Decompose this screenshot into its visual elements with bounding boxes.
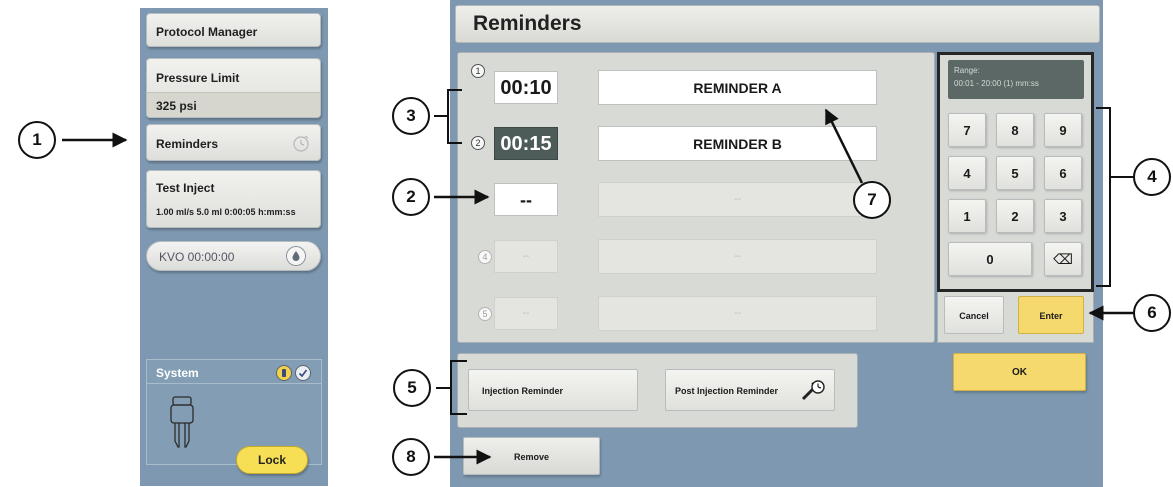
- callout-3: 3: [392, 97, 430, 135]
- callout-4: 4: [1133, 158, 1171, 196]
- row-5-number: 5: [478, 307, 492, 321]
- callout-6: 6: [1133, 294, 1171, 332]
- enter-button[interactable]: Enter: [1018, 296, 1084, 334]
- system-panel: System Lock: [146, 359, 322, 474]
- kvo-button[interactable]: KVO 00:00:00: [146, 241, 321, 271]
- callout-5: 5: [393, 369, 431, 407]
- syringe-clock-icon: [800, 379, 826, 421]
- lock-button[interactable]: Lock: [236, 446, 308, 474]
- sidebar: Protocol Manager Pressure Limit 325 psi …: [140, 8, 328, 486]
- pressure-limit-button[interactable]: Pressure Limit 325 psi: [146, 58, 321, 118]
- callout-1: 1: [18, 121, 56, 159]
- key-2[interactable]: 2: [996, 199, 1034, 233]
- key-7[interactable]: 7: [948, 113, 986, 147]
- page-title: Reminders: [473, 12, 582, 35]
- keypad: Range: 00:01 - 20:00 (1) mm:ss 7 8 9 4 5…: [937, 52, 1094, 292]
- row-1-clock-icon: 1: [471, 64, 485, 78]
- reminder-5-name: --: [598, 296, 877, 331]
- reminder-3-time[interactable]: --: [494, 183, 558, 216]
- reminders-button[interactable]: Reminders: [146, 124, 321, 161]
- title-bar: Reminders: [455, 5, 1100, 43]
- test-inject-label: Test Inject: [156, 181, 215, 195]
- remove-button[interactable]: Remove: [463, 437, 600, 475]
- key-4[interactable]: 4: [948, 156, 986, 190]
- key-8[interactable]: 8: [996, 113, 1034, 147]
- post-injection-reminder-label: Post Injection Reminder: [675, 386, 779, 396]
- key-0[interactable]: 0: [948, 242, 1032, 276]
- syringe-status-icon: [276, 365, 292, 381]
- kvo-label: KVO 00:00:00: [159, 250, 235, 264]
- check-icon: [295, 365, 311, 381]
- post-injection-reminder-button[interactable]: Post Injection Reminder: [665, 369, 835, 411]
- reminder-1-time[interactable]: 00:10: [494, 71, 558, 104]
- reminder-3-name[interactable]: --: [598, 182, 877, 217]
- range-display: Range: 00:01 - 20:00 (1) mm:ss: [948, 60, 1084, 99]
- reminders-screen: Reminders 1 00:10 REMINDER A 2 00:15 REM…: [450, 0, 1103, 487]
- protocol-manager-label: Protocol Manager: [156, 25, 258, 39]
- pressure-limit-value: 325 psi: [156, 99, 197, 113]
- reminder-2-name[interactable]: REMINDER B: [598, 126, 877, 161]
- reminder-clock-icon: [292, 134, 310, 155]
- reminders-label: Reminders: [156, 137, 219, 151]
- test-inject-value: 1.00 ml/s 5.0 ml 0:00:05 h:mm:ss: [156, 207, 296, 217]
- key-1[interactable]: 1: [948, 199, 986, 233]
- backspace-key[interactable]: ⌫: [1044, 242, 1082, 276]
- test-inject-button[interactable]: Test Inject 1.00 ml/s 5.0 ml 0:00:05 h:m…: [146, 170, 321, 228]
- keypad-actions: Cancel Enter: [937, 292, 1094, 343]
- reminder-type-panel: Injection Reminder Post Injection Remind…: [457, 353, 858, 428]
- injector-head-icon: [167, 395, 197, 456]
- system-header: System: [147, 360, 321, 384]
- key-6[interactable]: 6: [1044, 156, 1082, 190]
- cancel-button[interactable]: Cancel: [944, 296, 1004, 334]
- ok-button[interactable]: OK: [953, 353, 1086, 391]
- callout-7: 7: [853, 181, 891, 219]
- protocol-manager-button[interactable]: Protocol Manager: [146, 13, 321, 47]
- key-5[interactable]: 5: [996, 156, 1034, 190]
- key-9[interactable]: 9: [1044, 113, 1082, 147]
- range-label: Range:: [954, 66, 980, 75]
- key-3[interactable]: 3: [1044, 199, 1082, 233]
- system-label: System: [156, 366, 199, 380]
- row-2-clock-icon: 2: [471, 136, 485, 150]
- callout-8: 8: [392, 438, 430, 476]
- backspace-icon: ⌫: [1053, 251, 1073, 267]
- pressure-limit-label: Pressure Limit: [156, 71, 240, 85]
- reminder-4-time: --: [494, 240, 558, 273]
- callout-2: 2: [392, 178, 430, 216]
- row-4-number: 4: [478, 250, 492, 264]
- reminder-1-name[interactable]: REMINDER A: [598, 70, 877, 105]
- injection-reminder-button[interactable]: Injection Reminder: [468, 369, 638, 411]
- range-value: 00:01 - 20:00 (1) mm:ss: [954, 79, 1039, 88]
- reminder-2-time[interactable]: 00:15: [494, 127, 558, 160]
- drop-icon: [286, 246, 306, 266]
- pressure-limit-value-area: 325 psi: [147, 92, 320, 117]
- reminder-4-name: --: [598, 239, 877, 274]
- reminder-5-time: --: [494, 297, 558, 330]
